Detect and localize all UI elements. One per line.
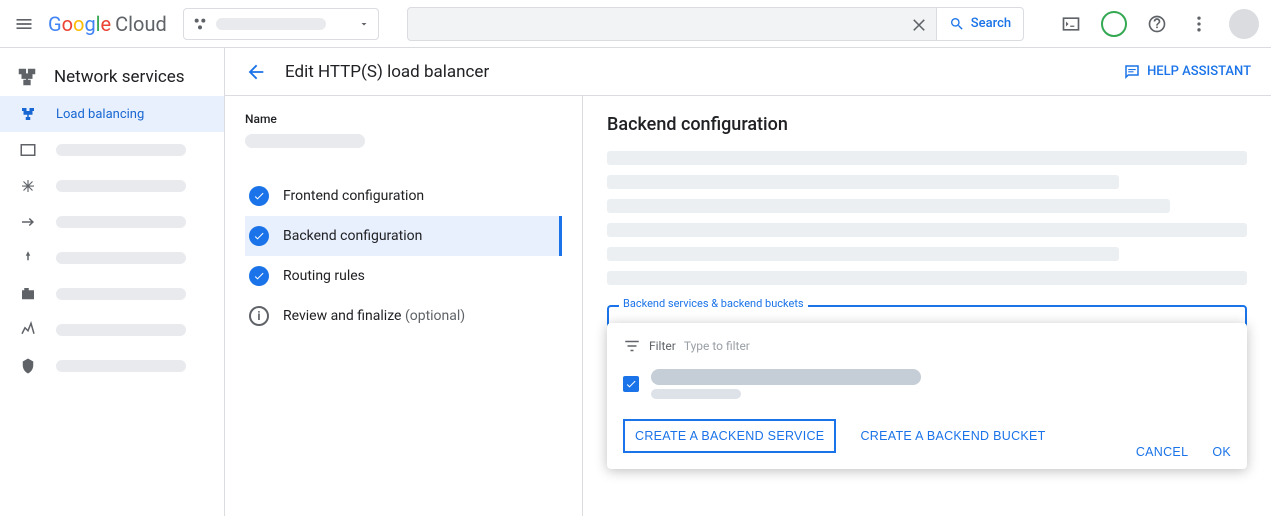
directory-icon	[18, 284, 38, 304]
ok-button[interactable]: OK	[1212, 445, 1231, 459]
more-vert-icon[interactable]	[1187, 12, 1211, 36]
check-icon	[249, 186, 269, 206]
search-icon	[949, 16, 965, 32]
filter-label: Filter	[649, 339, 676, 353]
placeholder-line	[607, 199, 1170, 213]
sidebar-item[interactable]	[0, 168, 224, 204]
cloud-shell-icon[interactable]	[1059, 12, 1083, 36]
dialog-actions: CANCEL OK	[1136, 445, 1231, 459]
filter-row[interactable]: Filter Type to filter	[607, 331, 1247, 361]
sidebar-item[interactable]	[0, 276, 224, 312]
placeholder-line	[607, 247, 1119, 261]
project-icon	[192, 16, 208, 32]
step-backend[interactable]: Backend configuration	[245, 216, 562, 256]
lb-name-placeholder	[245, 134, 365, 148]
dns-icon	[18, 140, 38, 160]
tiers-icon	[18, 320, 38, 340]
search-button-label: Search	[971, 16, 1011, 31]
name-label: Name	[245, 112, 562, 126]
psc-icon	[18, 356, 38, 376]
close-icon[interactable]	[910, 15, 928, 33]
sidebar-item-label: Load balancing	[56, 107, 144, 122]
check-icon	[249, 226, 269, 246]
checkbox-checked-icon[interactable]	[623, 376, 639, 392]
network-services-icon	[16, 66, 38, 88]
create-backend-service-button[interactable]: CREATE A BACKEND SERVICE	[623, 419, 836, 453]
chat-icon	[1123, 63, 1141, 81]
project-picker[interactable]	[183, 8, 379, 40]
step-routing[interactable]: Routing rules	[245, 256, 562, 296]
help-icon[interactable]	[1145, 12, 1169, 36]
sidebar-item-load-balancing[interactable]: Load balancing	[0, 96, 224, 132]
traffic-icon	[18, 248, 38, 268]
top-bar: Google Cloud Search	[0, 0, 1271, 48]
help-assistant-button[interactable]: HELP ASSISTANT	[1123, 63, 1251, 81]
option-name-placeholder	[651, 369, 921, 385]
search-container: Search	[407, 7, 1024, 41]
filter-icon	[623, 337, 641, 355]
load-balancing-icon	[18, 104, 38, 124]
section-title: Backend configuration	[607, 114, 1247, 135]
search-button[interactable]: Search	[937, 7, 1024, 41]
backend-config-panel: Backend configuration Backend services &…	[583, 96, 1271, 516]
sidebar-item[interactable]	[0, 132, 224, 168]
placeholder-line	[607, 175, 1119, 189]
step-frontend[interactable]: Frontend configuration	[245, 176, 562, 216]
sidebar-title: Network services	[0, 58, 224, 96]
dropdown-legend: Backend services & backend buckets	[619, 297, 808, 310]
sidebar: Network services Load balancing	[0, 48, 225, 516]
option-sub-placeholder	[651, 389, 741, 399]
filter-hint: Type to filter	[684, 339, 750, 353]
sidebar-item[interactable]	[0, 312, 224, 348]
edit-steps-panel: Name Frontend configuration Backend conf…	[225, 96, 583, 516]
sidebar-item[interactable]	[0, 204, 224, 240]
main: Network services Load balancing	[0, 48, 1271, 516]
info-icon: i	[249, 306, 269, 326]
google-cloud-logo[interactable]: Google Cloud	[48, 12, 167, 36]
sidebar-item[interactable]	[0, 348, 224, 384]
nat-icon	[18, 212, 38, 232]
dropdown-popup: Filter Type to filter	[607, 323, 1247, 469]
chevron-down-icon	[358, 18, 370, 30]
menu-icon[interactable]	[12, 12, 36, 36]
project-name-placeholder	[216, 18, 326, 30]
account-avatar[interactable]	[1229, 9, 1259, 39]
status-ring-icon[interactable]	[1101, 11, 1127, 37]
sidebar-item[interactable]	[0, 240, 224, 276]
page-title: Edit HTTP(S) load balancer	[285, 62, 489, 82]
placeholder-line	[607, 151, 1247, 165]
topbar-actions	[1059, 9, 1259, 39]
content-header: Edit HTTP(S) load balancer HELP ASSISTAN…	[225, 48, 1271, 96]
back-arrow-icon[interactable]	[245, 60, 269, 84]
content-body: Name Frontend configuration Backend conf…	[225, 96, 1271, 516]
placeholder-line	[607, 223, 1247, 237]
create-backend-bucket-button[interactable]: CREATE A BACKEND BUCKET	[860, 419, 1045, 453]
search-input[interactable]	[407, 7, 937, 41]
cancel-button[interactable]: CANCEL	[1136, 445, 1189, 459]
check-icon	[249, 266, 269, 286]
content: Edit HTTP(S) load balancer HELP ASSISTAN…	[225, 48, 1271, 516]
cdn-icon	[18, 176, 38, 196]
backend-services-dropdown[interactable]: Backend services & backend buckets B Fil…	[607, 305, 1247, 345]
step-review[interactable]: i Review and finalize (optional)	[245, 296, 562, 336]
backend-option[interactable]	[607, 361, 1247, 407]
placeholder-line	[607, 271, 1247, 285]
